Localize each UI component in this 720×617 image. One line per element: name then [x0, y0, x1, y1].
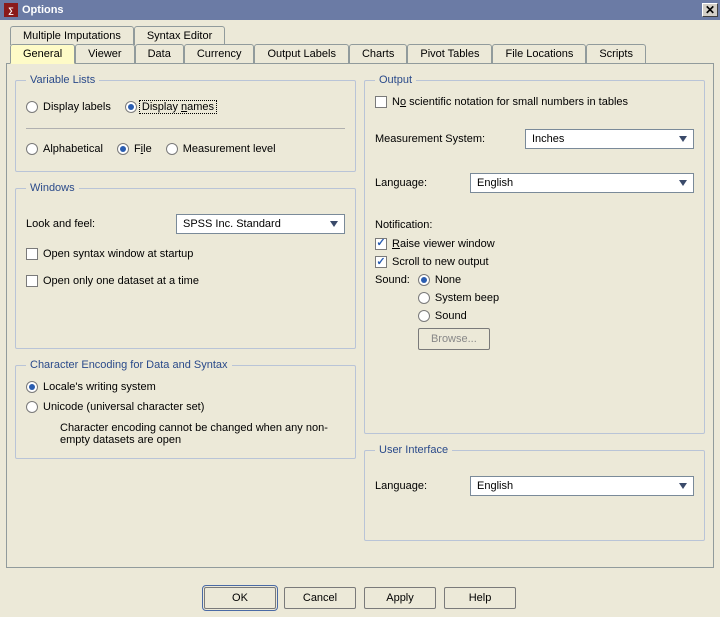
tab-syntax-editor[interactable]: Syntax Editor: [134, 26, 225, 45]
check-no-scientific-notation[interactable]: No scientific notation for small numbers…: [375, 96, 628, 108]
legend-user-interface: User Interface: [375, 444, 452, 456]
divider: [26, 128, 345, 129]
radio-sound-sound[interactable]: Sound: [418, 310, 499, 322]
radio-display-names[interactable]: Display names: [125, 100, 217, 114]
left-column: Variable Lists Display labels Display na…: [15, 72, 356, 551]
help-button[interactable]: Help: [444, 587, 516, 609]
label-ui-language: Language:: [375, 480, 470, 492]
tab-panel-general: Variable Lists Display labels Display na…: [6, 63, 714, 568]
select-output-language[interactable]: English: [470, 173, 694, 193]
select-look-and-feel[interactable]: SPSS Inc. Standard: [176, 214, 345, 234]
dialog-buttons: OK Cancel Apply Help: [0, 587, 720, 609]
legend-encoding: Character Encoding for Data and Syntax: [26, 359, 232, 371]
group-windows: Windows Look and feel: SPSS Inc. Standar…: [15, 182, 356, 349]
group-output: Output No scientific notation for small …: [364, 74, 705, 434]
radio-sound-none[interactable]: None: [418, 274, 499, 286]
tab-file-locations[interactable]: File Locations: [492, 44, 586, 63]
radio-sound-beep[interactable]: System beep: [418, 292, 499, 304]
select-measurement-system-value: Inches: [532, 133, 564, 145]
label-output-language: Language:: [375, 177, 470, 189]
select-measurement-system[interactable]: Inches: [525, 129, 694, 149]
label-measurement-system: Measurement System:: [375, 133, 525, 145]
close-icon[interactable]: ✕: [702, 3, 718, 17]
check-scroll-new-output[interactable]: Scroll to new output: [375, 256, 489, 268]
radio-unicode[interactable]: Unicode (universal character set): [26, 401, 204, 413]
apply-button[interactable]: Apply: [364, 587, 436, 609]
tab-general[interactable]: General: [10, 44, 75, 64]
select-look-and-feel-value: SPSS Inc. Standard: [183, 218, 281, 230]
browse-sound-button: Browse...: [418, 328, 490, 350]
titlebar: ∑ Options ✕: [0, 0, 720, 20]
window-title: Options: [22, 4, 702, 16]
dialog-body: Multiple Imputations Syntax Editor Gener…: [0, 20, 720, 617]
radio-display-labels[interactable]: Display labels: [26, 101, 111, 113]
legend-output: Output: [375, 74, 416, 86]
tab-data[interactable]: Data: [135, 44, 184, 63]
tab-viewer[interactable]: Viewer: [75, 44, 134, 63]
encoding-note: Character encoding cannot be changed whe…: [60, 422, 345, 446]
legend-windows: Windows: [26, 182, 79, 194]
check-open-syntax[interactable]: Open syntax window at startup: [26, 248, 193, 260]
cancel-button[interactable]: Cancel: [284, 587, 356, 609]
app-icon: ∑: [4, 3, 18, 17]
group-user-interface: User Interface Language: English: [364, 444, 705, 541]
chevron-down-icon: [675, 131, 691, 147]
chevron-down-icon: [675, 175, 691, 191]
tab-currency[interactable]: Currency: [184, 44, 255, 63]
label-sound: Sound:: [375, 274, 410, 350]
chevron-down-icon: [326, 216, 342, 232]
tab-row-lower: General Viewer Data Currency Output Labe…: [10, 44, 714, 63]
right-column: Output No scientific notation for small …: [364, 72, 705, 551]
tab-pivot-tables[interactable]: Pivot Tables: [407, 44, 492, 63]
radio-file[interactable]: File: [117, 143, 152, 155]
tab-scripts[interactable]: Scripts: [586, 44, 646, 63]
radio-alphabetical[interactable]: Alphabetical: [26, 143, 103, 155]
legend-variable-lists: Variable Lists: [26, 74, 99, 86]
tab-row-upper: Multiple Imputations Syntax Editor: [10, 26, 714, 45]
label-notification: Notification:: [375, 219, 694, 231]
label-look-and-feel: Look and feel:: [26, 218, 176, 230]
group-encoding: Character Encoding for Data and Syntax L…: [15, 359, 356, 459]
radio-locale-writing-system[interactable]: Locale's writing system: [26, 381, 156, 393]
ok-button[interactable]: OK: [204, 587, 276, 609]
tab-multiple-imputations[interactable]: Multiple Imputations: [10, 26, 134, 45]
group-variable-lists: Variable Lists Display labels Display na…: [15, 74, 356, 172]
tab-charts[interactable]: Charts: [349, 44, 407, 63]
tab-strip: Multiple Imputations Syntax Editor Gener…: [6, 26, 714, 568]
check-open-one-dataset[interactable]: Open only one dataset at a time: [26, 275, 199, 287]
select-ui-language-value: English: [477, 480, 513, 492]
chevron-down-icon: [675, 478, 691, 494]
select-output-language-value: English: [477, 177, 513, 189]
select-ui-language[interactable]: English: [470, 476, 694, 496]
check-raise-viewer[interactable]: Raise viewer window: [375, 238, 495, 250]
radio-measurement-level[interactable]: Measurement level: [166, 143, 276, 155]
tab-output-labels[interactable]: Output Labels: [254, 44, 349, 63]
